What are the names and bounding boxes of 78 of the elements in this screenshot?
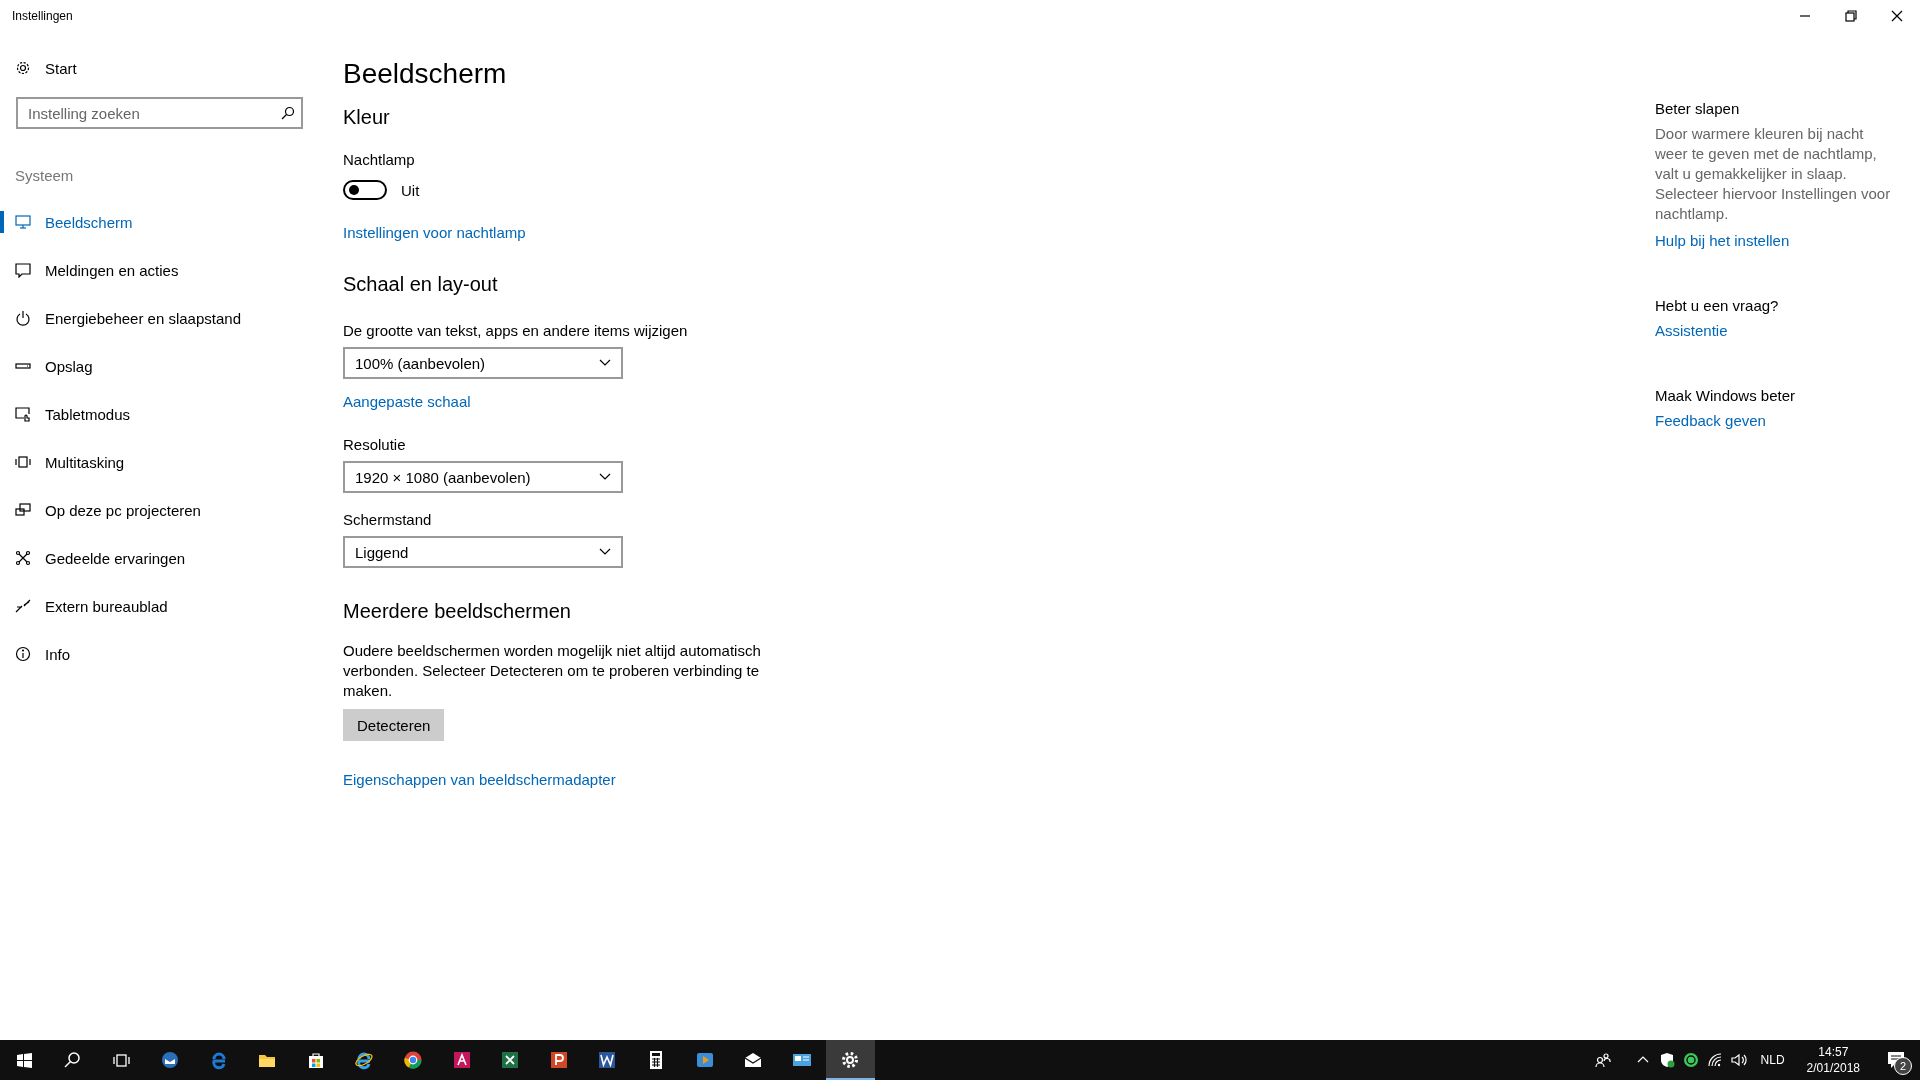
volume-icon [1730, 1052, 1747, 1068]
notification-badge: 2 [1894, 1057, 1912, 1075]
spreadsheet-app-icon [500, 1050, 521, 1070]
nav-item[interactable]: Info [0, 630, 320, 678]
wifi-icon [1706, 1052, 1723, 1068]
envelope-icon [743, 1050, 764, 1070]
monitor-icon [15, 214, 31, 230]
presentation-app-icon [548, 1050, 569, 1070]
nav-item[interactable]: Opslag [0, 342, 320, 390]
dropdown[interactable]: 1920 × 1080 (aanbevolen) [343, 461, 623, 493]
media-player-icon [694, 1050, 715, 1070]
detect-button[interactable]: Detecteren [343, 709, 445, 741]
setting-label: Nachtlamp [343, 151, 415, 168]
link[interactable]: Aangepaste schaal [343, 393, 471, 410]
ring-badge-icon [1682, 1052, 1699, 1068]
nav-item[interactable]: Gedeelde ervaringen [0, 534, 320, 582]
nav-item[interactable]: Op deze pc projecteren [0, 486, 320, 534]
close-icon [1891, 10, 1903, 22]
document-app-icon [597, 1050, 618, 1070]
projector-icon [15, 502, 31, 518]
link[interactable]: Feedback geven [1655, 412, 1766, 429]
language-indicator[interactable]: NLD [1760, 1053, 1785, 1067]
gear-icon [15, 60, 31, 76]
windows-logo-icon [14, 1050, 34, 1070]
link[interactable]: Instellingen voor nachtlamp [343, 224, 526, 241]
setting-label: Schermstand [343, 511, 432, 528]
shared-nodes-icon [15, 550, 31, 566]
page-title: Beeldscherm [343, 58, 507, 90]
speech-bubble-icon [15, 262, 31, 278]
description-text: Oudere beeldschermen worden mogelijk niet altijd automatisch verbonden. Selecteer Detecteren om te proberen verbinding te maken. [343, 641, 762, 701]
tablet-touch-icon [15, 406, 31, 422]
multitasking-icon [15, 454, 31, 470]
clock-time[interactable]: 14:57 [1818, 1044, 1849, 1060]
nav-item[interactable]: Energiebeheer en slaapstand [0, 294, 320, 342]
nav-item[interactable]: Beeldscherm [0, 198, 320, 246]
dropdown[interactable]: Liggend [343, 536, 623, 568]
nav-item[interactable]: Multitasking [0, 438, 320, 486]
clock-date[interactable]: 2/01/2018 [1806, 1060, 1860, 1076]
restore-icon [1845, 10, 1857, 22]
shield-icon [1658, 1052, 1675, 1068]
link[interactable]: Assistentie [1655, 322, 1728, 339]
mail-client-icon [160, 1050, 181, 1070]
related-heading: Hebt u een vraag? [1655, 297, 1779, 314]
nav-item[interactable]: Tabletmodus [0, 390, 320, 438]
section-heading: Meerdere beeldschermen [343, 600, 571, 623]
toggle-state: Uit [401, 181, 420, 199]
remote-arrows-icon [15, 598, 31, 614]
database-app-icon [451, 1050, 472, 1070]
search-icon [63, 1050, 83, 1070]
toggle-switch[interactable] [343, 180, 387, 200]
home-link[interactable]: Start [15, 54, 77, 82]
browser-e-ring-icon [354, 1050, 375, 1070]
dropdown[interactable]: 100% (aanbevolen) [343, 347, 623, 379]
people-icon [1594, 1052, 1611, 1068]
link[interactable]: Hulp bij het instellen [1655, 232, 1790, 249]
power-icon [15, 310, 31, 326]
setting-label: De grootte van tekst, apps en andere items wijzigen [343, 322, 688, 339]
section-heading: Systeem [15, 167, 75, 184]
window-title: Instellingen [12, 9, 73, 23]
nav-item[interactable]: Extern bureaublad [0, 582, 320, 630]
action-center-button[interactable]: 2 [1872, 1040, 1920, 1080]
round-browser-icon [403, 1050, 424, 1070]
setting-label: Resolutie [343, 436, 406, 453]
chevron-icon [599, 473, 611, 481]
search-field[interactable]: Instelling zoeken [16, 97, 303, 129]
related-heading: Maak Windows beter [1655, 387, 1796, 404]
related-text: Door warmere kleuren bij nacht weer te geven met de nachtlamp, valt u gemakkelijker in slaap. Selecteer hiervoor Instellingen voor nachtlamp. [1655, 124, 1892, 224]
related-heading: Beter slapen [1655, 100, 1740, 117]
nav-item[interactable]: Meldingen en acties [0, 246, 320, 294]
link[interactable]: Eigenschappen van beeldschermadapter [343, 771, 616, 788]
chevron-icon [599, 359, 611, 367]
search-icon [281, 106, 295, 120]
section-heading: Kleur [343, 106, 390, 129]
info-icon [15, 646, 31, 662]
section-heading: Schaal en lay-out [343, 273, 498, 296]
chevron-icon [599, 548, 611, 556]
gear-icon [840, 1050, 861, 1070]
taskbar-app[interactable] [826, 1040, 875, 1080]
